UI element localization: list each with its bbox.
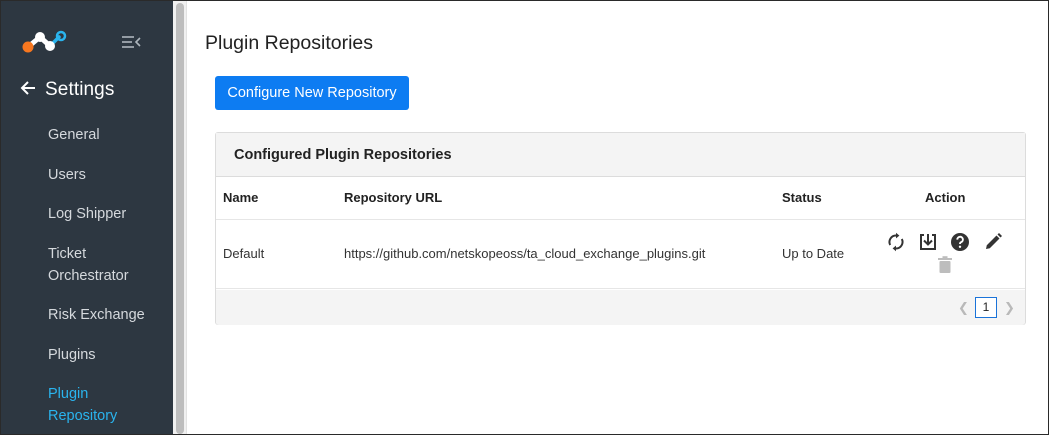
help-icon[interactable] — [950, 232, 970, 252]
repositories-card: Configured Plugin Repositories Name Repo… — [215, 132, 1026, 325]
sync-icon[interactable] — [886, 232, 906, 252]
download-icon[interactable] — [918, 232, 938, 252]
chevron-right-icon[interactable]: ❯ — [1004, 300, 1015, 316]
sidebar-item-risk-exchange[interactable]: Risk Exchange — [48, 304, 145, 326]
page-title: Plugin Repositories — [205, 32, 374, 54]
column-header-repository-url: Repository URL — [344, 190, 443, 205]
scrollbar-thumb[interactable] — [176, 3, 184, 434]
table-header: Name Repository URL Status Action — [216, 177, 1025, 220]
sidebar-item-plugin-repository[interactable]: Plugin Repository — [48, 383, 117, 427]
sidebar-scrollbar[interactable] — [173, 1, 187, 434]
repository-name: Default — [223, 246, 265, 261]
sidebar-item-ticket-orchestrator[interactable]: Ticket Orchestrator — [48, 243, 129, 287]
repository-url: https://github.com/netskopeoss/ta_cloud_… — [344, 246, 706, 261]
card-title: Configured Plugin Repositories — [216, 133, 1025, 177]
settings-back-link[interactable]: Settings — [19, 77, 114, 103]
configure-new-repository-button[interactable]: Configure New Repository — [215, 76, 409, 110]
page-number-button[interactable]: 1 — [975, 297, 997, 318]
sidebar-item-users[interactable]: Users — [48, 164, 86, 186]
sidebar-item-plugins[interactable]: Plugins — [48, 344, 96, 366]
collapse-menu-icon[interactable] — [120, 34, 142, 50]
edit-icon[interactable] — [983, 232, 1003, 252]
main-content: Plugin Repositories Configure New Reposi… — [187, 1, 1048, 434]
table-row: Default https://github.com/netskopeoss/t… — [216, 220, 1025, 289]
sidebar-item-log-shipper[interactable]: Log Shipper — [48, 203, 126, 225]
column-header-name: Name — [223, 190, 259, 205]
sidebar: Settings General Users Log Shipper Ticke… — [1, 1, 173, 434]
column-header-action: Action — [925, 190, 966, 205]
arrow-left-icon — [19, 79, 37, 102]
settings-title: Settings — [45, 79, 115, 100]
chevron-left-icon[interactable]: ❮ — [958, 300, 969, 316]
repository-status: Up to Date — [782, 246, 845, 261]
column-header-status: Status — [782, 190, 822, 205]
sidebar-item-general[interactable]: General — [48, 124, 100, 146]
netskope-logo — [21, 29, 69, 55]
app-window: Settings General Users Log Shipper Ticke… — [0, 0, 1049, 435]
delete-icon[interactable] — [935, 255, 955, 275]
pagination: ❮ 1 ❯ — [216, 290, 1025, 325]
